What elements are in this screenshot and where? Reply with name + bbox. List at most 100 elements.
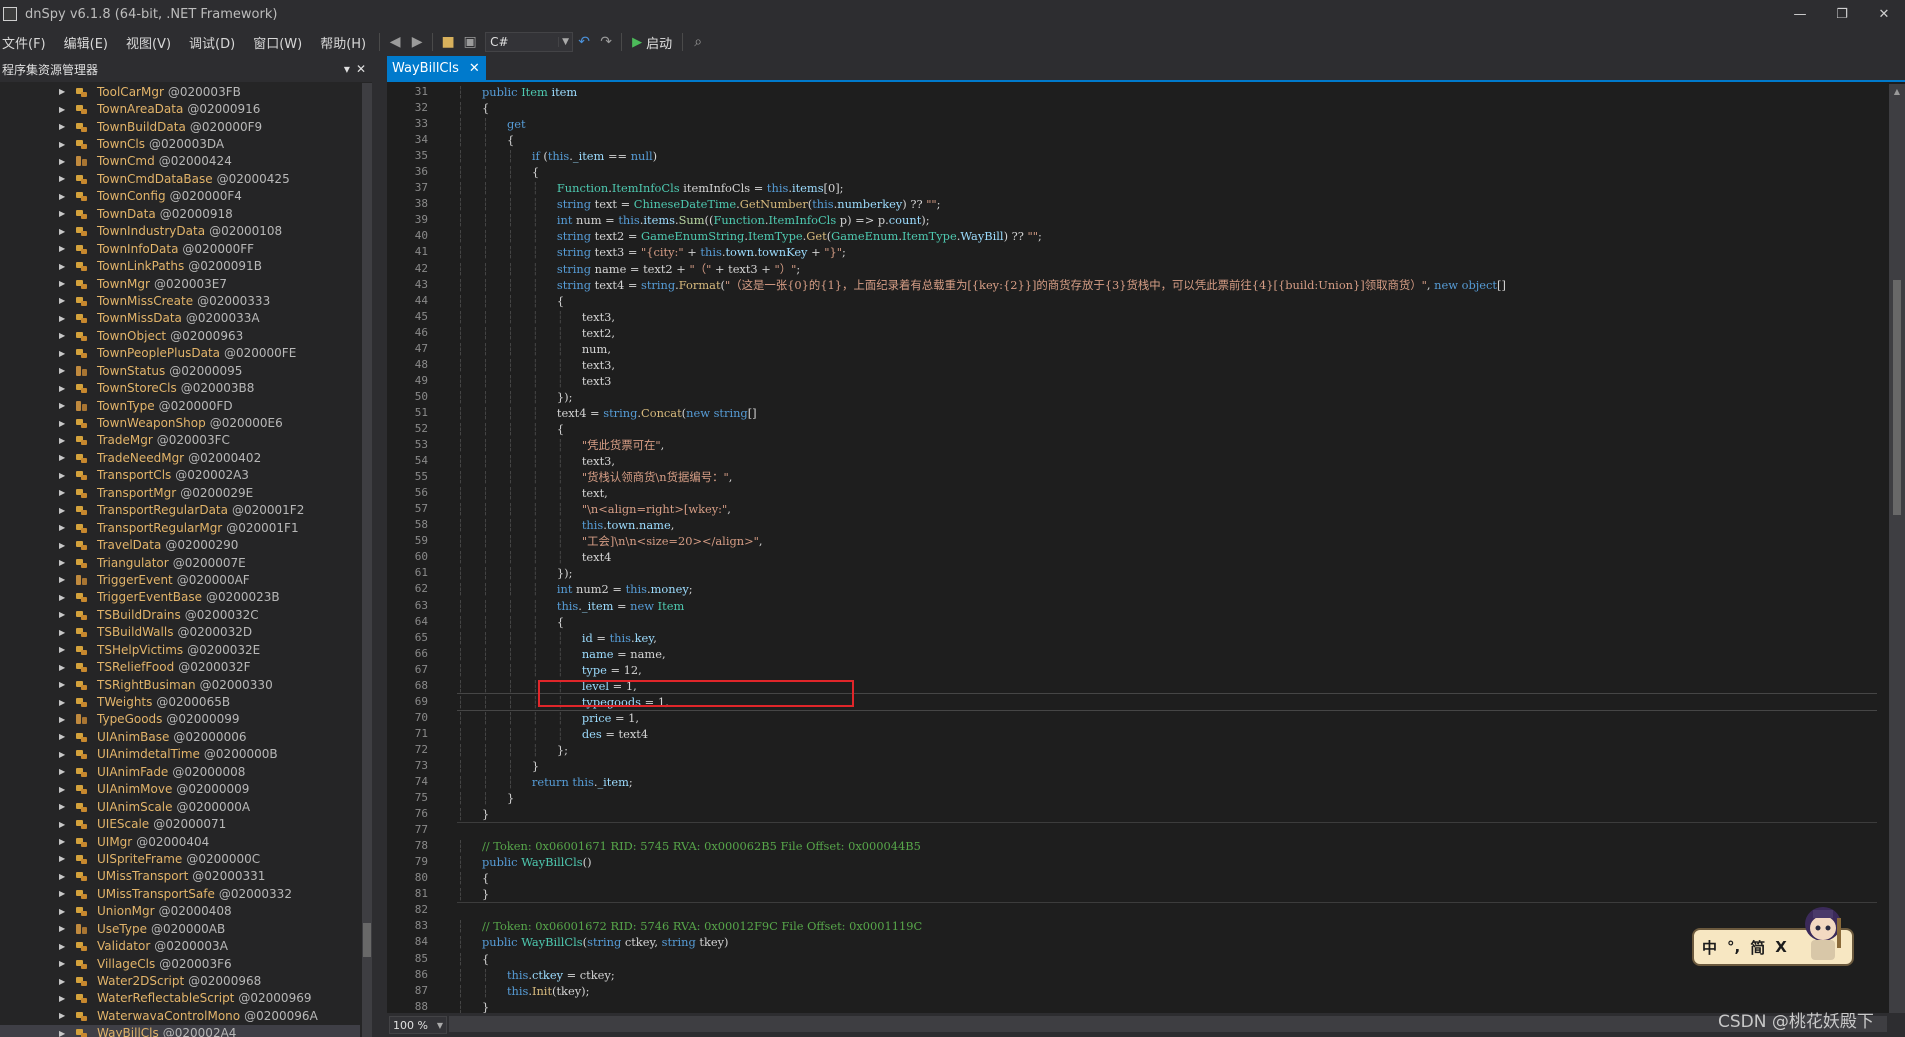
tree-item[interactable]: ▶ TSRightBusiman @02000330 bbox=[0, 676, 360, 693]
menu-debug[interactable]: 调试(D) bbox=[180, 33, 244, 52]
tree-item[interactable]: ▶ TradeMgr @020003FC bbox=[0, 432, 360, 449]
tree-item[interactable]: ▶ TownObject @02000963 bbox=[0, 327, 360, 344]
tree-item[interactable]: ▶ Water2DScript @02000968 bbox=[0, 972, 360, 989]
expand-arrow-icon[interactable]: ▶ bbox=[59, 87, 69, 96]
expand-arrow-icon[interactable]: ▶ bbox=[59, 959, 69, 968]
tree-item[interactable]: ▶ TownType @020000FD bbox=[0, 397, 360, 414]
expand-arrow-icon[interactable]: ▶ bbox=[59, 994, 69, 1003]
tree-item[interactable]: ▶ TownAreaData @02000916 bbox=[0, 100, 360, 117]
tree-item[interactable]: ▶ TransportCls @020002A3 bbox=[0, 467, 360, 484]
expand-arrow-icon[interactable]: ▶ bbox=[59, 366, 69, 375]
tree-item[interactable]: ▶ TownCmd @02000424 bbox=[0, 153, 360, 170]
expand-arrow-icon[interactable]: ▶ bbox=[59, 227, 69, 236]
tab-waybillcls[interactable]: WayBillCls ✕ bbox=[387, 56, 486, 80]
expand-arrow-icon[interactable]: ▶ bbox=[59, 314, 69, 323]
expand-arrow-icon[interactable]: ▶ bbox=[59, 889, 69, 898]
tree-item[interactable]: ▶ TransportRegularMgr @020001F1 bbox=[0, 519, 360, 536]
tree-item[interactable]: ▶ TSHelpVictims @0200032E bbox=[0, 641, 360, 658]
tree-item[interactable]: ▶ TownLinkPaths @0200091B bbox=[0, 257, 360, 274]
ime-simplified[interactable]: 简 bbox=[1750, 937, 1765, 958]
expand-arrow-icon[interactable]: ▶ bbox=[59, 558, 69, 567]
tree-item[interactable]: ▶ UseType @020000AB bbox=[0, 920, 360, 937]
tree-item[interactable]: ▶ TownStatus @02000095 bbox=[0, 362, 360, 379]
expand-arrow-icon[interactable]: ▶ bbox=[59, 122, 69, 131]
expand-arrow-icon[interactable]: ▶ bbox=[59, 645, 69, 654]
open-folder-icon[interactable]: ■ bbox=[437, 31, 459, 53]
expand-arrow-icon[interactable]: ▶ bbox=[59, 419, 69, 428]
expand-arrow-icon[interactable]: ▶ bbox=[59, 767, 69, 776]
expand-arrow-icon[interactable]: ▶ bbox=[59, 802, 69, 811]
expand-arrow-icon[interactable]: ▶ bbox=[59, 837, 69, 846]
expand-arrow-icon[interactable]: ▶ bbox=[59, 1029, 69, 1037]
expand-arrow-icon[interactable]: ▶ bbox=[59, 750, 69, 759]
expand-arrow-icon[interactable]: ▶ bbox=[59, 628, 69, 637]
tree-item[interactable]: ▶ Validator @0200003A bbox=[0, 937, 360, 954]
chevron-down-icon[interactable]: ▾ bbox=[344, 62, 350, 76]
expand-arrow-icon[interactable]: ▶ bbox=[59, 523, 69, 532]
tree-item[interactable]: ▶ TownConfig @020000F4 bbox=[0, 188, 360, 205]
tree-item[interactable]: ▶ TownData @02000918 bbox=[0, 205, 360, 222]
expand-arrow-icon[interactable]: ▶ bbox=[59, 663, 69, 672]
expand-arrow-icon[interactable]: ▶ bbox=[59, 541, 69, 550]
start-button[interactable]: ▶ 启动 bbox=[626, 33, 678, 52]
tree-item[interactable]: ▶ TradeNeedMgr @02000402 bbox=[0, 449, 360, 466]
close-icon[interactable]: ✕ bbox=[356, 62, 366, 76]
expand-arrow-icon[interactable]: ▶ bbox=[59, 942, 69, 951]
ime-punctuation[interactable]: °, bbox=[1727, 938, 1740, 956]
expand-arrow-icon[interactable]: ▶ bbox=[59, 924, 69, 933]
tree-item[interactable]: ▶ VillageCls @020003F6 bbox=[0, 955, 360, 972]
expand-arrow-icon[interactable]: ▶ bbox=[59, 262, 69, 271]
search-icon[interactable]: ⌕ bbox=[687, 31, 709, 53]
expand-arrow-icon[interactable]: ▶ bbox=[59, 174, 69, 183]
language-select[interactable]: C# ▼ bbox=[485, 32, 574, 52]
tree-item[interactable]: ▶ TownWeaponShop @020000E6 bbox=[0, 414, 360, 431]
zoom-select[interactable]: 100 % ▼ bbox=[389, 1016, 447, 1034]
expand-arrow-icon[interactable]: ▶ bbox=[59, 977, 69, 986]
tree-item[interactable]: ▶ TownMissCreate @02000333 bbox=[0, 292, 360, 309]
tree-item[interactable]: ▶ UnionMgr @02000408 bbox=[0, 903, 360, 920]
expand-arrow-icon[interactable]: ▶ bbox=[59, 349, 69, 358]
editor-vertical-scrollbar[interactable]: ▲ bbox=[1889, 84, 1905, 1013]
expand-arrow-icon[interactable]: ▶ bbox=[59, 209, 69, 218]
expand-arrow-icon[interactable]: ▶ bbox=[59, 331, 69, 340]
tree-item[interactable]: ▶ WaterReflectableScript @02000969 bbox=[0, 990, 360, 1007]
menu-edit[interactable]: 编辑(E) bbox=[55, 33, 117, 52]
explorer-scrollbar-thumb[interactable] bbox=[363, 923, 371, 957]
close-icon[interactable]: ✕ bbox=[469, 61, 480, 76]
tree-item[interactable]: ▶ TransportRegularData @020001F2 bbox=[0, 502, 360, 519]
tree-item[interactable]: ▶ TSBuildWalls @0200032D bbox=[0, 624, 360, 641]
expand-arrow-icon[interactable]: ▶ bbox=[59, 575, 69, 584]
expand-arrow-icon[interactable]: ▶ bbox=[59, 471, 69, 480]
tree-item[interactable]: ▶ TownMgr @020003E7 bbox=[0, 275, 360, 292]
minimize-button[interactable]: — bbox=[1779, 0, 1821, 28]
expand-arrow-icon[interactable]: ▶ bbox=[59, 244, 69, 253]
tree-item[interactable]: ▶ TypeGoods @02000099 bbox=[0, 711, 360, 728]
tree-item[interactable]: ▶ TriggerEvent @020000AF bbox=[0, 571, 360, 588]
expand-arrow-icon[interactable]: ▶ bbox=[59, 436, 69, 445]
menu-help[interactable]: 帮助(H) bbox=[311, 33, 375, 52]
tree-item[interactable]: ▶ TravelData @02000290 bbox=[0, 536, 360, 553]
menu-window[interactable]: 窗口(W) bbox=[244, 33, 311, 52]
expand-arrow-icon[interactable]: ▶ bbox=[59, 140, 69, 149]
tree-item[interactable]: ▶ UIAnimMove @02000009 bbox=[0, 781, 360, 798]
expand-arrow-icon[interactable]: ▶ bbox=[59, 854, 69, 863]
menu-view[interactable]: 视图(V) bbox=[117, 33, 180, 52]
tree-item[interactable]: ▶ UIEScale @02000071 bbox=[0, 815, 360, 832]
expand-arrow-icon[interactable]: ▶ bbox=[59, 680, 69, 689]
restore-button[interactable]: ❐ bbox=[1821, 0, 1863, 28]
tree-item[interactable]: ▶ TownInfoData @020000FF bbox=[0, 240, 360, 257]
expand-arrow-icon[interactable]: ▶ bbox=[59, 279, 69, 288]
tree-item[interactable]: ▶ UIAnimScale @0200000A bbox=[0, 798, 360, 815]
tree-item[interactable]: ▶ TSReliefFood @0200032F bbox=[0, 658, 360, 675]
tree-item[interactable]: ▶ UIMgr @02000404 bbox=[0, 833, 360, 850]
tree-item[interactable]: ▶ UIAnimBase @02000006 bbox=[0, 728, 360, 745]
scroll-up-icon[interactable]: ▲ bbox=[1889, 84, 1905, 100]
ime-mode-chinese[interactable]: 中 bbox=[1702, 937, 1717, 958]
tree-item[interactable]: ▶ UMissTransport @02000331 bbox=[0, 868, 360, 885]
tree-item[interactable]: ▶ TownBuildData @020000F9 bbox=[0, 118, 360, 135]
back-arrow-icon[interactable]: ◀ bbox=[384, 31, 406, 53]
expand-arrow-icon[interactable]: ▶ bbox=[59, 610, 69, 619]
tree-item[interactable]: ▶ TownCmdDataBase @02000425 bbox=[0, 170, 360, 187]
tree-item[interactable]: ▶ TriggerEventBase @0200023B bbox=[0, 589, 360, 606]
tree-item[interactable]: ▶ UMissTransportSafe @02000332 bbox=[0, 885, 360, 902]
